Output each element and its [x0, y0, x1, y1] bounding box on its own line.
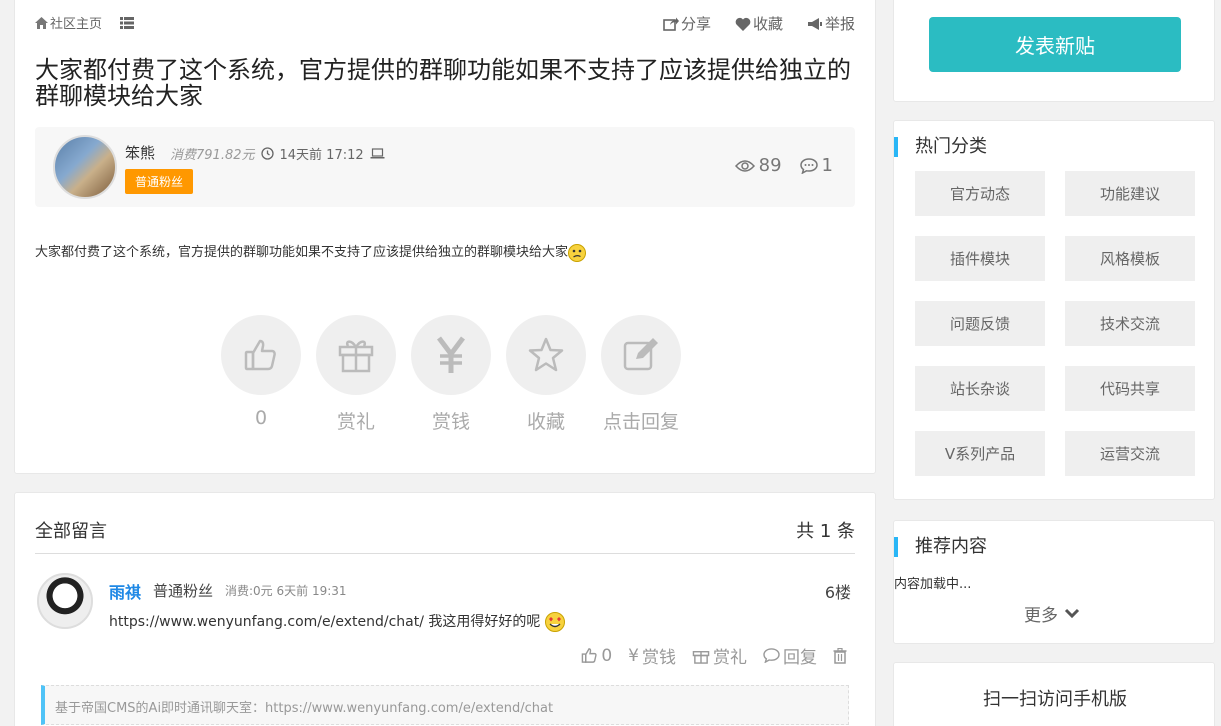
comment-text: https://www.wenyunfang.com/e/extend/chat…	[109, 611, 565, 632]
new-post-button[interactable]: 发表新贴	[929, 17, 1181, 72]
post-actions: 0 赏礼 赏钱 收藏 点击回复	[221, 315, 681, 434]
chevron-down-icon	[1064, 608, 1080, 619]
favorite-circle[interactable]	[506, 315, 586, 395]
category-item[interactable]: 技术交流	[1065, 301, 1195, 346]
laptop-icon	[370, 148, 385, 159]
confused-emoji-icon	[568, 243, 587, 262]
clock-icon	[260, 147, 274, 160]
comment-actions: 0 ¥ 赏钱 赏礼 回复	[581, 643, 847, 668]
category-item[interactable]: 运营交流	[1065, 431, 1195, 476]
comment-text-content: https://www.wenyunfang.com/e/extend/chat…	[109, 614, 541, 630]
gift-icon	[692, 651, 710, 664]
qr-title: 扫一扫访问手机版	[983, 689, 1127, 710]
comment-tip-button[interactable]: ¥ 赏钱	[628, 643, 676, 669]
home-icon	[35, 16, 48, 29]
author-avatar[interactable]	[53, 135, 117, 199]
gift-label: 赏礼	[336, 411, 375, 433]
recommended-title: 推荐内容	[894, 537, 987, 557]
post-content: 大家都付费了这个系统，官方提供的群聊功能如果不支持了应该提供给独立的群聊模块给大…	[35, 241, 587, 262]
reply-circle[interactable]	[601, 315, 681, 395]
hot-categories-title: 热门分类	[894, 137, 987, 157]
comment-floor: 6楼	[824, 583, 851, 602]
category-grid: 官方动态 功能建议 插件模块 风格模板 问题反馈 技术交流 站长杂谈 代码共享 …	[915, 171, 1195, 476]
like-action[interactable]: 0	[221, 315, 301, 434]
reply-label: 点击回复	[602, 411, 679, 433]
topbar-left: 社区主页	[35, 13, 135, 32]
post-title: 大家都付费了这个系统，官方提供的群聊功能如果不支持了应该提供给独立的群聊模块给大…	[35, 56, 851, 110]
category-item[interactable]: 功能建议	[1065, 171, 1195, 216]
comment-delete-button[interactable]	[833, 647, 847, 664]
megaphone-icon	[807, 17, 822, 30]
favorite-label: 收藏	[526, 411, 565, 433]
gift-action[interactable]: 赏礼	[316, 315, 396, 434]
user-rank-badge: 普通粉丝	[125, 169, 194, 194]
category-item[interactable]: 官方动态	[915, 171, 1045, 216]
author-cost: 消费791.82元	[170, 148, 255, 163]
more-button[interactable]: 更多	[1024, 601, 1080, 626]
author-name[interactable]: 笨熊	[125, 142, 155, 163]
like-circle[interactable]	[221, 315, 301, 395]
commenter-avatar[interactable]	[37, 573, 93, 629]
category-item[interactable]: 站长杂谈	[915, 366, 1045, 411]
reply-action[interactable]: 点击回复	[601, 315, 681, 434]
tip-label: 赏钱	[431, 411, 470, 433]
post-stats: 89 1	[734, 155, 833, 176]
qr-panel: 扫一扫访问手机版	[893, 662, 1215, 726]
category-item[interactable]: 代码共享	[1065, 366, 1195, 411]
hot-categories-panel: 热门分类 官方动态 功能建议 插件模块 风格模板 问题反馈 技术交流 站长杂谈 …	[893, 120, 1215, 500]
thumbs-up-icon	[582, 648, 597, 663]
home-label: 社区主页	[50, 17, 103, 32]
comment-like-button[interactable]: 0	[581, 646, 612, 666]
favorite-action[interactable]: 收藏	[506, 315, 586, 434]
list-icon	[120, 16, 135, 29]
comment-quote: 基于帝国CMS的Ai即时通讯聊天室：https://www.wenyunfang…	[41, 685, 849, 725]
like-count: 0	[254, 407, 268, 429]
post-time: 14天前 17:12	[279, 148, 364, 163]
trash-icon	[833, 647, 847, 664]
commenter-name[interactable]: 雨祺	[109, 579, 141, 603]
view-count: 89	[734, 155, 782, 176]
recommended-panel: 推荐内容 内容加载中... 更多	[893, 520, 1215, 644]
eye-icon	[734, 159, 755, 172]
recommended-loading: 内容加载中...	[894, 577, 972, 592]
edit-icon	[623, 338, 658, 371]
gift-circle[interactable]	[316, 315, 396, 395]
category-item[interactable]: 风格模板	[1065, 236, 1195, 281]
heart-eyes-emoji-icon	[544, 612, 565, 632]
heart-icon	[735, 17, 751, 31]
comment-reply-button[interactable]: 回复	[763, 643, 817, 668]
report-button[interactable]: 举报	[807, 13, 855, 34]
category-item[interactable]: 插件模块	[915, 236, 1045, 281]
tip-action[interactable]: 赏钱	[411, 315, 491, 434]
category-item[interactable]: 问题反馈	[915, 301, 1045, 346]
yen-icon	[437, 336, 465, 373]
share-icon	[663, 17, 679, 31]
home-link[interactable]: 社区主页	[35, 13, 102, 32]
comments-heading: 全部留言	[35, 521, 107, 542]
divider	[35, 553, 855, 554]
post-content-text: 大家都付费了这个系统，官方提供的群聊功能如果不支持了应该提供给独立的群聊模块给大…	[35, 245, 569, 260]
tip-circle[interactable]	[411, 315, 491, 395]
list-view-button[interactable]	[120, 16, 135, 29]
comment-icon	[799, 157, 818, 174]
comments-count: 共 1 条	[796, 521, 855, 542]
post-button-panel: 发表新贴	[893, 0, 1215, 102]
favorite-button[interactable]: 收藏	[735, 13, 783, 34]
comment-meta: 消费:0元 6天前 19:31	[225, 584, 347, 598]
comments-panel: 全部留言 共 1 条 雨祺 普通粉丝 消费:0元 6天前 19:31 6楼 ht…	[14, 492, 876, 726]
topbar-right: 分享 收藏 举报	[663, 13, 855, 34]
gift-icon	[338, 340, 374, 373]
yen-icon: ¥	[628, 645, 639, 666]
share-button[interactable]: 分享	[663, 13, 711, 34]
author-box: 笨熊 消费791.82元 14天前 17:12 普通粉丝 89 1	[35, 127, 855, 207]
category-item[interactable]: V系列产品	[915, 431, 1045, 476]
comment-gift-button[interactable]: 赏礼	[692, 643, 747, 668]
star-icon	[528, 337, 564, 372]
post-panel: 社区主页 分享 收藏 举报 大家都付费了这个系统，官方提供的群聊功能如果不支持了…	[14, 0, 876, 474]
reply-count: 1	[799, 155, 833, 176]
author-meta: 消费791.82元 14天前 17:12	[170, 144, 385, 163]
thumbs-up-icon	[244, 339, 276, 371]
commenter-rank: 普通粉丝	[153, 582, 214, 600]
comment-icon	[763, 648, 780, 663]
